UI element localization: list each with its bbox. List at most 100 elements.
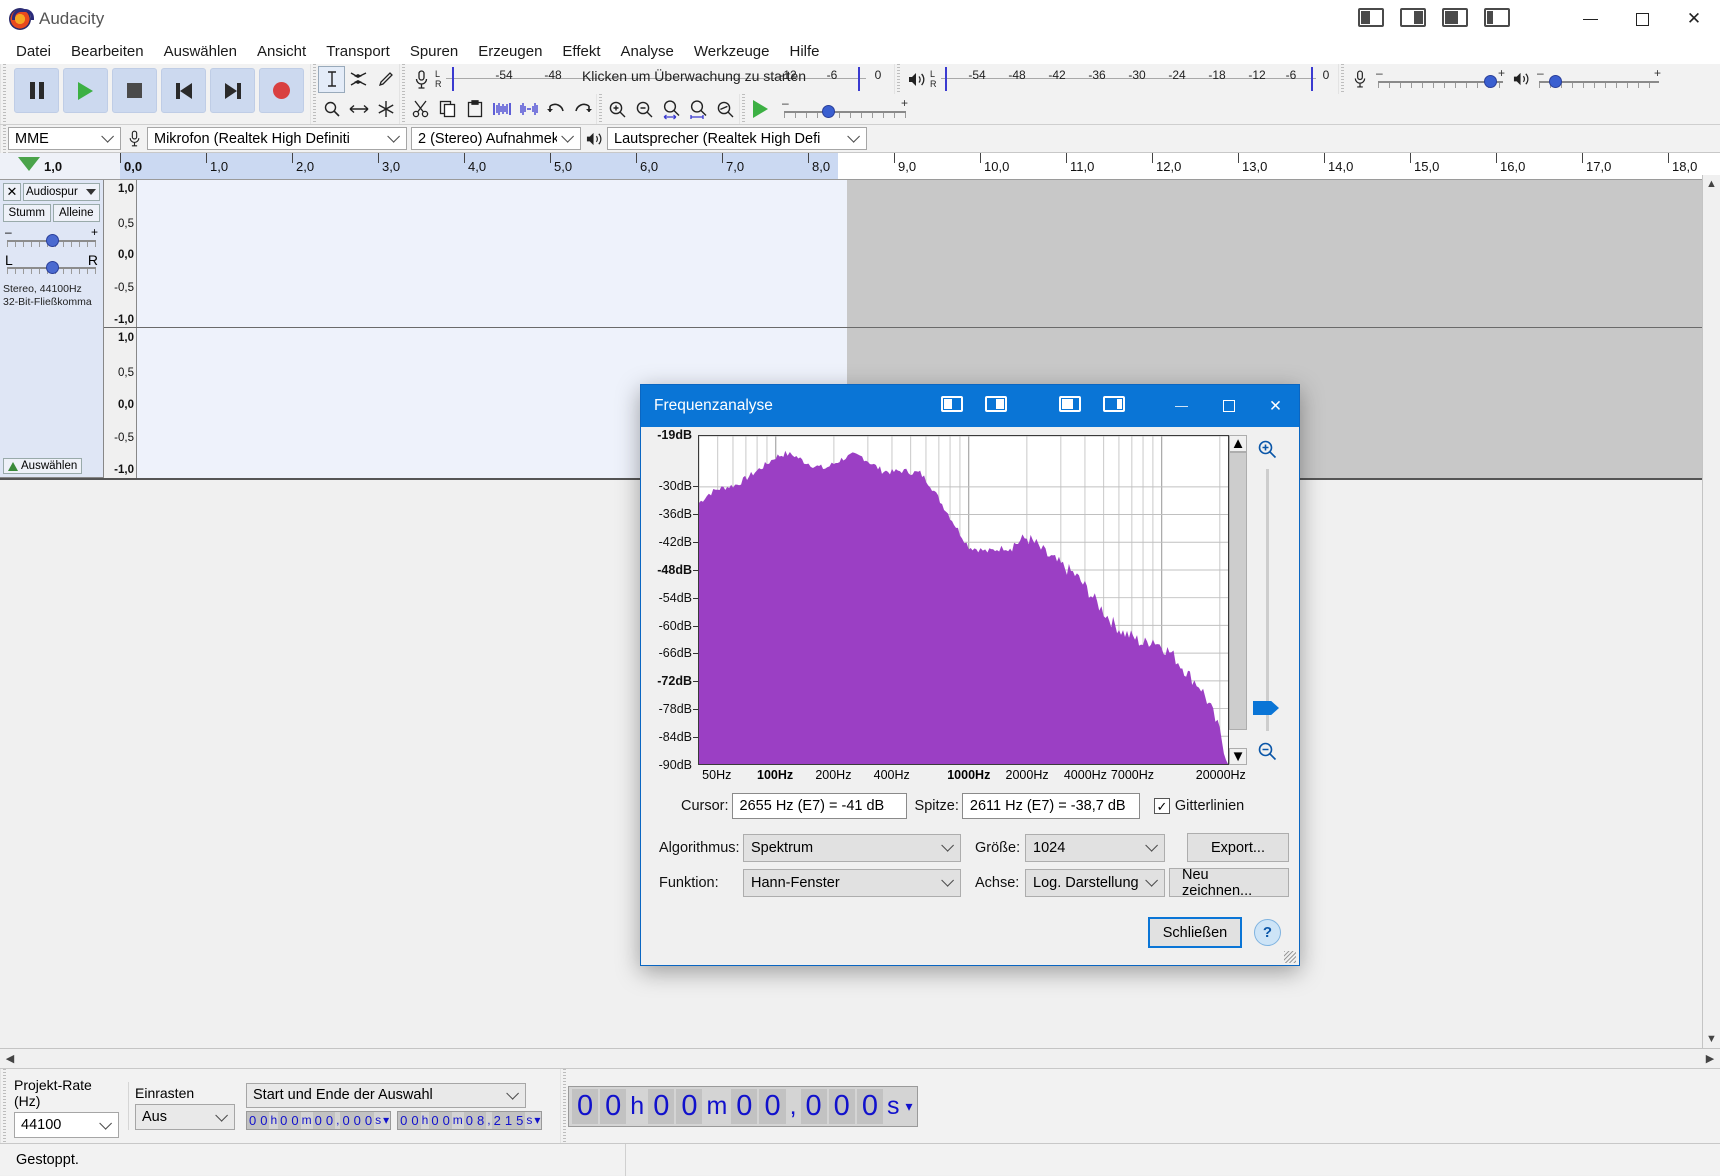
help-button[interactable]: ? [1254, 919, 1281, 946]
selection-mode-select[interactable]: Start und Ende der Auswahl [246, 1082, 526, 1108]
selection-end-time[interactable]: 0 0 h 0 0 m 0 8, 2 1 5 s ▾ [397, 1110, 543, 1130]
dialog-close-button[interactable]: ✕ [1252, 385, 1299, 427]
snap-left-icon[interactable] [941, 396, 963, 412]
horizontal-scroll-track[interactable] [20, 1049, 1700, 1068]
playhead-icon[interactable] [18, 157, 40, 171]
record-meter-scale[interactable]: -54 -48 Klicken um Überwachung zu starte… [446, 64, 881, 94]
edit-toolbar-grip[interactable] [399, 94, 407, 124]
zoom-toolbar-grip[interactable] [596, 94, 604, 124]
multi-tool-button[interactable] [372, 96, 399, 123]
ruler-scale[interactable]: 0,0 1,0 2,0 3,0 4,0 5,0 6,0 7,0 8,0 9,0 … [120, 153, 1720, 179]
algorithm-select[interactable]: Spektrum [743, 833, 961, 862]
plot-scroll-down-button[interactable]: ▼ [1229, 748, 1247, 765]
undo-icon[interactable] [542, 96, 569, 123]
selection-toolbar-grip[interactable] [0, 1068, 8, 1144]
play-at-speed-grip[interactable] [739, 94, 747, 124]
fit-selection-icon[interactable] [658, 96, 685, 123]
replot-button[interactable]: Neu zeichnen... [1169, 867, 1289, 899]
record-meter-grip[interactable] [399, 64, 407, 94]
time-toolbar-grip[interactable] [560, 1068, 568, 1144]
menu-ansicht[interactable]: Ansicht [247, 40, 316, 63]
recording-channels-select[interactable]: 2 (Stereo) Aufnahmek [411, 127, 581, 150]
output-volume-slider[interactable]: – + [1535, 66, 1663, 92]
record-button[interactable] [259, 68, 304, 113]
audio-position-time[interactable]: 0 0 h 0 0 m 0 0, 0 0 0 s ▾ [568, 1085, 919, 1127]
menu-spuren[interactable]: Spuren [400, 40, 468, 63]
plot-scroll-up-button[interactable]: ▲ [1229, 435, 1247, 452]
project-rate-select[interactable]: 44100 [14, 1112, 119, 1138]
menu-analyse[interactable]: Analyse [611, 40, 684, 63]
close-button[interactable]: ✕ [1668, 0, 1720, 38]
draw-tool-button[interactable] [372, 66, 399, 93]
zoom-toggle-icon[interactable] [712, 96, 739, 123]
audio-host-select[interactable]: MME [8, 127, 121, 150]
close-icon[interactable]: ✕ [3, 183, 21, 201]
dialog-minimize-button[interactable] [1158, 385, 1205, 427]
snap-right-icon[interactable] [1400, 8, 1426, 27]
menu-erzeugen[interactable]: Erzeugen [468, 40, 552, 63]
play-at-speed-icon[interactable] [747, 96, 774, 123]
dialog-titlebar[interactable]: Frequenzanalyse ✕ [641, 385, 1299, 427]
timeshift-tool-button[interactable] [345, 96, 372, 123]
snap-right-icon[interactable] [985, 396, 1007, 412]
snap-left-icon[interactable] [1358, 8, 1384, 27]
mute-button[interactable]: Stumm [3, 204, 51, 222]
snap-right-wide-icon[interactable] [1484, 8, 1510, 27]
scroll-up-button[interactable]: ▲ [1703, 175, 1720, 193]
cut-icon[interactable] [407, 96, 434, 123]
frequency-analysis-dialog[interactable]: Frequenzanalyse ✕ -19dB -30dB -36dB -42dB -4… [640, 384, 1300, 966]
track-select-button[interactable]: Auswählen [3, 458, 83, 474]
plot-vertical-scrollbar[interactable]: ▲ ▼ [1229, 435, 1247, 765]
menu-transport[interactable]: Transport [316, 40, 400, 63]
close-dialog-button[interactable]: Schließen [1148, 917, 1242, 948]
skip-to-start-button[interactable] [161, 68, 206, 113]
size-select[interactable]: 1024 [1025, 833, 1165, 862]
scroll-right-button[interactable]: ▶ [1700, 1049, 1720, 1068]
skip-to-end-button[interactable] [210, 68, 255, 113]
snap-right-wide-icon[interactable] [1103, 396, 1125, 412]
menu-hilfe[interactable]: Hilfe [779, 40, 829, 63]
mixer-toolbar-grip[interactable] [1338, 64, 1346, 94]
horizontal-scrollbar[interactable]: ◀ ▶ [0, 1048, 1720, 1068]
dialog-resize-handle[interactable] [1284, 951, 1296, 963]
snap-select[interactable]: Aus [135, 1104, 235, 1130]
export-button[interactable]: Export... [1187, 833, 1289, 862]
spectrum-plot[interactable] [698, 435, 1229, 765]
plot-scroll-thumb[interactable] [1229, 452, 1247, 730]
zoom-in-icon[interactable] [604, 96, 631, 123]
record-meter[interactable]: L R -54 -48 Klicken um Überwachung zu st… [407, 64, 881, 94]
maximize-button[interactable] [1616, 0, 1668, 38]
zoom-tool-button[interactable] [318, 96, 345, 123]
input-volume-slider[interactable]: – + [1374, 66, 1507, 92]
copy-icon[interactable] [434, 96, 461, 123]
track-control-panel[interactable]: ✕ Audiospur Stumm Alleine – + L R Stereo… [0, 180, 104, 478]
tools-toolbar-grip[interactable] [310, 64, 318, 94]
snap-left-wide-icon[interactable] [1059, 396, 1081, 412]
track-name-dropdown[interactable]: Audiospur [23, 183, 100, 201]
vertical-scrollbar[interactable]: ▲ ▼ [1702, 175, 1720, 1048]
envelope-tool-button[interactable] [345, 66, 372, 93]
timeline-ruler[interactable]: 1,0 0,0 1,0 2,0 3,0 4,0 5,0 6,0 7,0 8,0 … [0, 153, 1720, 180]
plot-zoom-thumb[interactable] [1253, 701, 1279, 715]
track-gain-slider[interactable]: – + [3, 225, 100, 249]
menu-datei[interactable]: Datei [6, 40, 61, 63]
peak-value-field[interactable]: 2611 Hz (E7) = -38,7 dB [961, 793, 1140, 819]
waveform-channel-1[interactable] [137, 180, 1720, 327]
track-pan-slider[interactable]: L R [3, 252, 100, 276]
stop-button[interactable] [112, 68, 157, 113]
solo-button[interactable]: Alleine [52, 204, 100, 222]
redo-icon[interactable] [569, 96, 596, 123]
menu-werkzeuge[interactable]: Werkzeuge [684, 40, 780, 63]
dialog-maximize-button[interactable] [1205, 385, 1252, 427]
zoom-in-icon[interactable] [1255, 437, 1279, 461]
playback-device-select[interactable]: Lautsprecher (Realtek High Defi [607, 127, 867, 150]
playback-meter[interactable]: L R -54 -48 -42 -36 -30 -24 -18 -12 -6 0 [902, 64, 1338, 94]
playback-meter-grip[interactable] [894, 64, 902, 94]
tools-toolbar-grip2[interactable] [310, 94, 318, 124]
minimize-button[interactable] [1564, 0, 1616, 38]
plot-scroll-track[interactable] [1229, 452, 1247, 748]
playback-meter-scale[interactable]: -54 -48 -42 -36 -30 -24 -18 -12 -6 [941, 64, 1316, 94]
cursor-value-field[interactable]: 2655 Hz (E7) = -41 dB [731, 793, 907, 819]
axis-select[interactable]: Log. Darstellung [1025, 868, 1165, 897]
trim-icon[interactable] [488, 96, 515, 123]
